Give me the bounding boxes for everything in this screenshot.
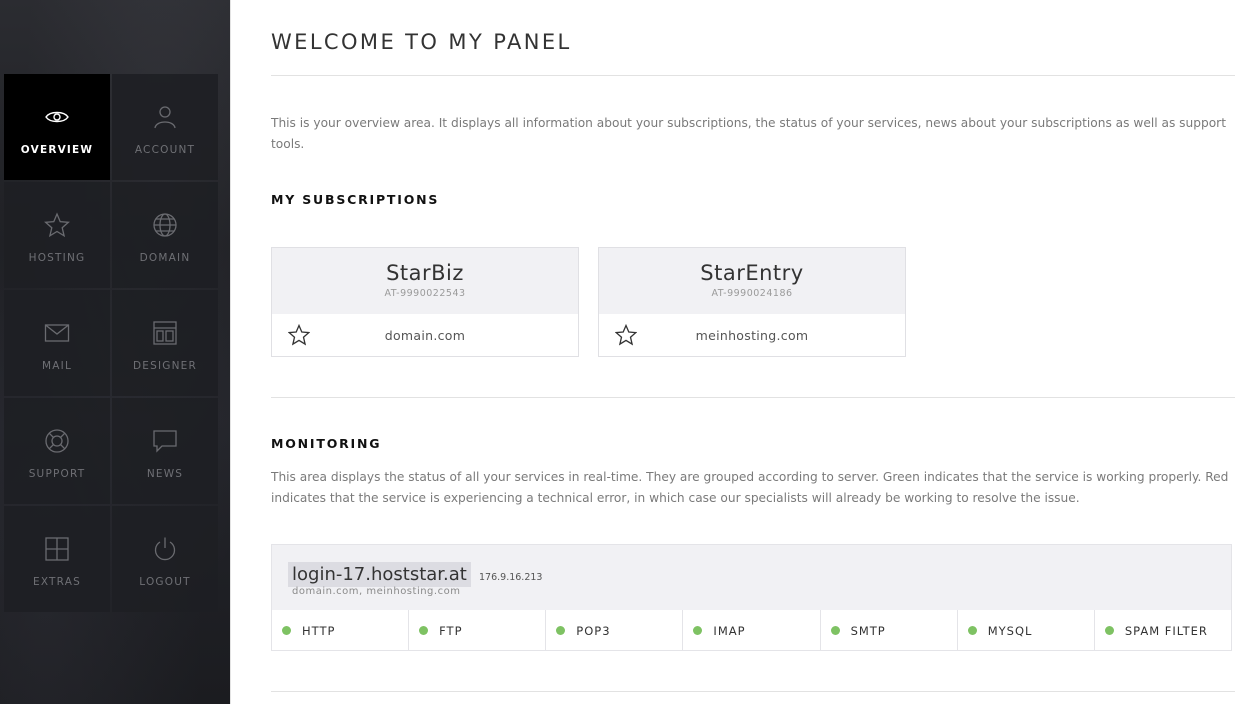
sidebar: OVERVIEW ACCOUNT HOSTING DOMAIN MAIL DES…: [0, 0, 230, 704]
service-status-spam-filter: SPAM FILTER: [1095, 610, 1231, 651]
sidebar-item-logout[interactable]: LOGOUT: [112, 506, 218, 612]
server-domains: domain.com, meinhosting.com: [292, 586, 461, 597]
sidebar-item-label: SUPPORT: [28, 468, 86, 480]
service-status-smtp: SMTP: [821, 610, 958, 651]
sidebar-item-hosting[interactable]: HOSTING: [4, 182, 110, 288]
server-header: login-17.hoststar.at 176.9.16.213 domain…: [272, 545, 1231, 610]
speech-bubble-icon: [153, 430, 177, 453]
subscription-domain[interactable]: meinhosting.com: [696, 328, 809, 343]
envelope-icon: [44, 324, 70, 342]
service-status-list: HTTP FTP POP3 IMAP SMTP MYSQL SPAM FILTE…: [272, 610, 1231, 651]
sidebar-item-account[interactable]: ACCOUNT: [112, 74, 218, 180]
power-icon: [154, 537, 176, 561]
sidebar-item-designer[interactable]: DESIGNER: [112, 290, 218, 396]
subscription-card-footer: meinhosting.com: [599, 314, 905, 357]
status-ok-indicator: [693, 626, 703, 635]
sidebar-item-overview[interactable]: OVERVIEW: [4, 74, 110, 180]
sidebar-item-label: NEWS: [146, 468, 184, 480]
sidebar-nav: OVERVIEW ACCOUNT HOSTING DOMAIN MAIL DES…: [4, 74, 219, 612]
service-label: IMAP: [713, 623, 746, 638]
subscription-name: StarBiz: [386, 261, 464, 285]
lifebuoy-icon: [45, 429, 69, 453]
favorite-star-icon[interactable]: [615, 324, 637, 346]
sidebar-item-label: DESIGNER: [132, 360, 197, 372]
sidebar-item-mail[interactable]: MAIL: [4, 290, 110, 396]
status-ok-indicator: [967, 626, 977, 635]
divider: [271, 397, 1235, 398]
sidebar-item-label: EXTRAS: [33, 576, 81, 588]
server-hostname: login-17.hoststar.at: [288, 562, 471, 587]
service-status-imap: IMAP: [683, 610, 821, 651]
page-title: WELCOME TO MY PANEL: [271, 30, 572, 54]
monitoring-heading: MONITORING: [271, 436, 382, 451]
service-label: FTP: [439, 623, 463, 638]
subscription-domain[interactable]: domain.com: [385, 328, 465, 343]
star-icon: [44, 212, 70, 238]
sidebar-item-extras[interactable]: EXTRAS: [4, 506, 110, 612]
service-label: MYSQL: [987, 623, 1033, 638]
subscription-card-footer: domain.com: [272, 314, 578, 357]
status-ok-indicator: [282, 626, 291, 635]
sidebar-item-label: LOGOUT: [139, 576, 191, 588]
subscription-card[interactable]: StarEntry AT-9990024186 meinhosting.com: [598, 247, 906, 357]
sidebar-item-label: DOMAIN: [139, 252, 191, 264]
subscription-card-header: StarBiz AT-9990022543: [272, 248, 578, 314]
user-icon: [154, 106, 176, 129]
server-panel: login-17.hoststar.at 176.9.16.213 domain…: [271, 544, 1232, 651]
service-status-http: HTTP: [272, 610, 410, 651]
sidebar-item-news[interactable]: NEWS: [112, 398, 218, 504]
service-label: HTTP: [302, 623, 336, 638]
subscription-id: AT-9990024186: [711, 288, 793, 299]
subscription-name: StarEntry: [700, 261, 804, 285]
service-status-pop3: POP3: [546, 610, 684, 651]
service-status-ftp: FTP: [409, 610, 547, 651]
favorite-star-icon[interactable]: [288, 324, 310, 346]
plus-square-icon: [45, 537, 69, 561]
main-content: WELCOME TO MY PANEL This is your overvie…: [230, 0, 1244, 704]
eye-icon: [45, 111, 69, 123]
divider: [271, 691, 1235, 692]
sidebar-item-label: HOSTING: [28, 252, 86, 264]
divider: [271, 75, 1235, 76]
layout-icon: [153, 321, 177, 345]
subscription-card-header: StarEntry AT-9990024186: [599, 248, 905, 314]
service-label: SMTP: [850, 623, 886, 638]
service-status-mysql: MYSQL: [958, 610, 1095, 651]
server-ip: 176.9.16.213: [479, 572, 543, 583]
sidebar-item-support[interactable]: SUPPORT: [4, 398, 110, 504]
monitoring-description: This area displays the status of all you…: [271, 470, 1229, 505]
status-ok-indicator: [830, 626, 840, 635]
status-ok-indicator: [1104, 626, 1114, 635]
subscription-card[interactable]: StarBiz AT-9990022543 domain.com: [271, 247, 579, 357]
service-label: POP3: [576, 623, 611, 638]
sidebar-item-label: MAIL: [42, 360, 72, 372]
intro-text: This is your overview area. It displays …: [271, 116, 1226, 151]
globe-icon: [153, 213, 177, 237]
sidebar-item-label: ACCOUNT: [134, 144, 196, 156]
subscriptions-heading: MY SUBSCRIPTIONS: [271, 192, 440, 207]
service-label: SPAM FILTER: [1124, 623, 1208, 638]
sidebar-item-label: OVERVIEW: [20, 144, 94, 156]
subscription-id: AT-9990022543: [384, 288, 466, 299]
status-ok-indicator: [419, 626, 429, 635]
sidebar-item-domain[interactable]: DOMAIN: [112, 182, 218, 288]
status-ok-indicator: [556, 626, 566, 635]
